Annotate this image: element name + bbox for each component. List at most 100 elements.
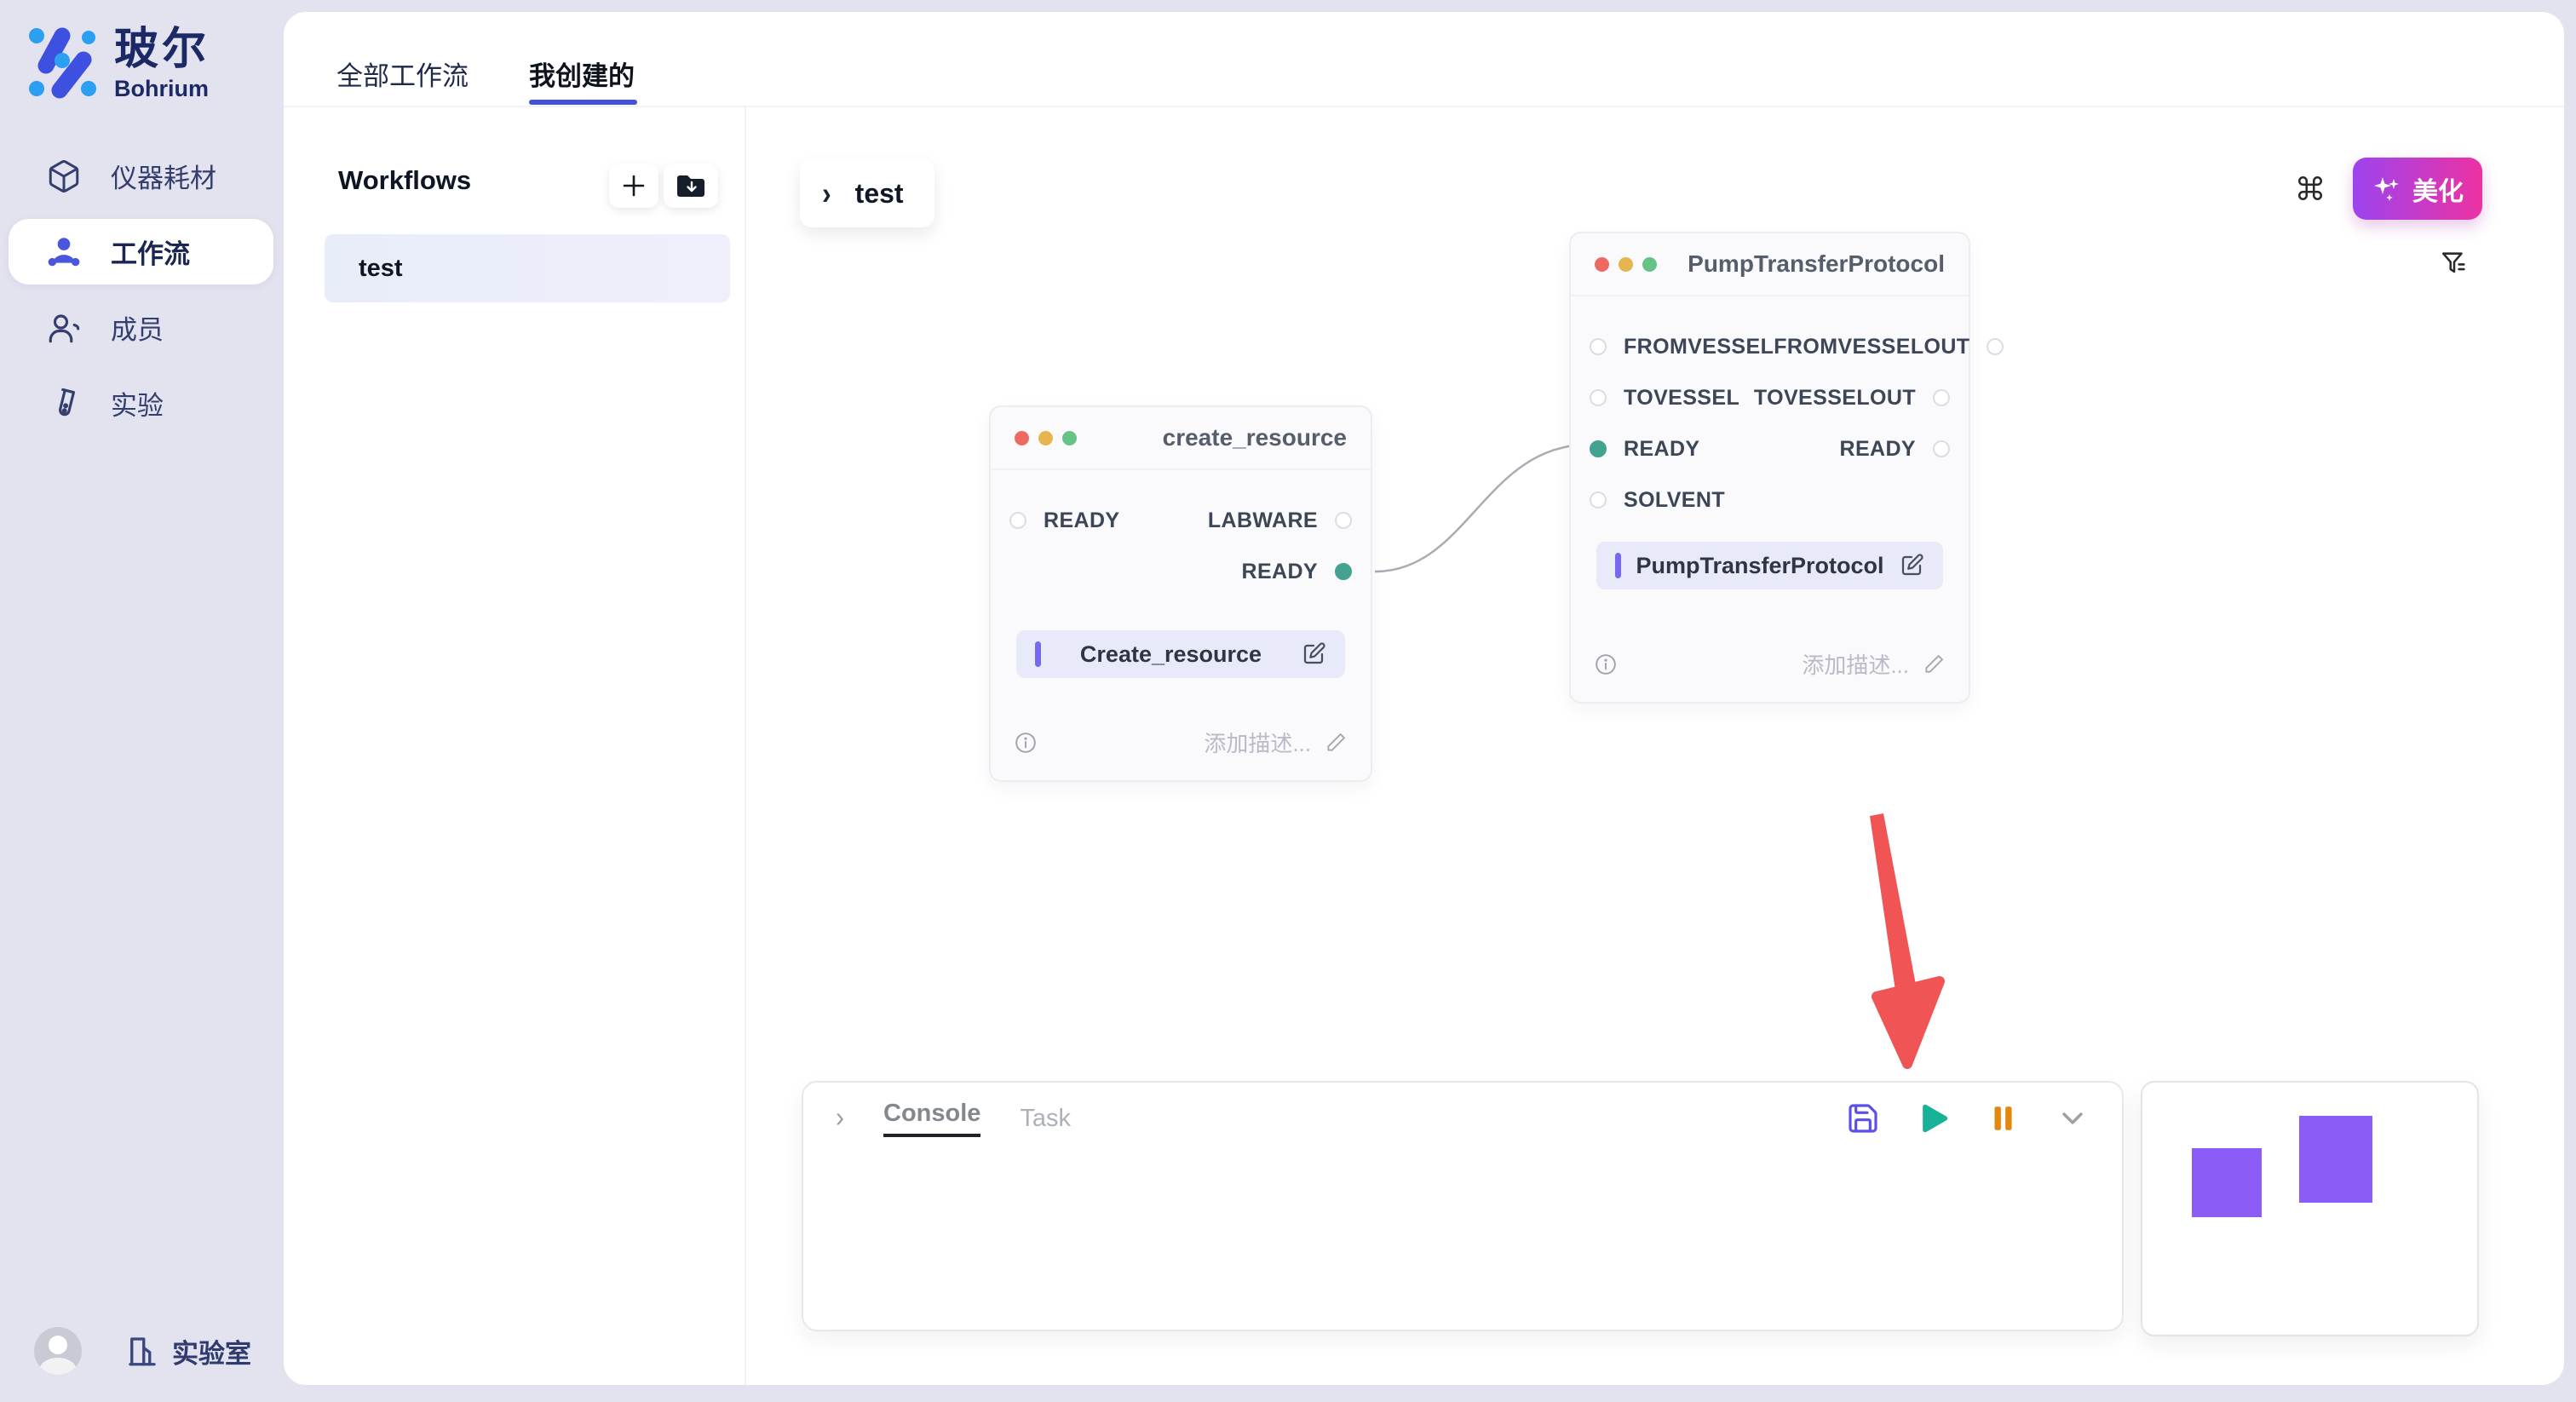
node-action-label: PumpTransferProtocol: [1621, 553, 1899, 579]
port-in-fromvessel[interactable]: [1590, 338, 1607, 355]
pencil-icon[interactable]: [1923, 653, 1945, 675]
sidebar-item-experiments[interactable]: 实验: [9, 371, 273, 436]
plus-icon: [621, 173, 647, 198]
tabs-divider: [284, 106, 2564, 107]
user-avatar[interactable]: [34, 1327, 82, 1375]
port-label: READY: [1839, 437, 1916, 462]
import-workflow-button[interactable]: [664, 164, 718, 208]
sidebar-item-label: 工作流: [111, 233, 190, 271]
annotation-arrow: [1851, 804, 1970, 1077]
collapse-chevron-icon[interactable]: ›: [836, 1102, 844, 1134]
minimap-node-pump-transfer: [2299, 1116, 2372, 1203]
node-pump-transfer-protocol[interactable]: PumpTransferProtocol FROMVESSEL FROMVESS…: [1569, 232, 1970, 704]
info-icon[interactable]: [1595, 653, 1617, 675]
pause-icon[interactable]: [1987, 1103, 2018, 1134]
lab-switcher-label[interactable]: 实验室: [172, 1332, 251, 1370]
traffic-dots: [1015, 431, 1077, 445]
package-icon: [46, 158, 82, 194]
play-icon[interactable]: [1918, 1102, 1950, 1135]
port-out-labware[interactable]: [1335, 512, 1352, 529]
minimap-node-create-resource: [2192, 1148, 2262, 1217]
edit-square-icon[interactable]: [1301, 641, 1326, 667]
node-header: PumpTransferProtocol: [1571, 233, 1969, 296]
description-placeholder[interactable]: 添加描述...: [1802, 648, 1909, 680]
main-panel: 全部工作流 我创建的 Workflows test › test: [284, 12, 2564, 1385]
dot-green: [1062, 431, 1077, 445]
workflow-group-icon: [46, 234, 82, 270]
bohrium-logo-icon: [26, 26, 99, 99]
sidebar-item-workflows[interactable]: 工作流: [9, 219, 273, 284]
sidebar-footer: 实验室: [34, 1327, 251, 1375]
minimap[interactable]: [2141, 1081, 2479, 1336]
app-root: 玻尔 Bohrium 仪器耗材 工作流: [0, 0, 2576, 1402]
node-action-label: Create_resource: [1041, 641, 1301, 668]
description-placeholder[interactable]: 添加描述...: [1204, 727, 1311, 758]
port-label: READY: [1044, 509, 1120, 533]
node-header: create_resource: [991, 407, 1371, 470]
workflow-tabs: 全部工作流 我创建的: [284, 12, 2564, 106]
sidebar-nav: 仪器耗材 工作流 成员: [9, 143, 273, 446]
users-icon: [46, 310, 82, 346]
console-actions: [1846, 1101, 2090, 1135]
port-out-fromvesselout[interactable]: [1987, 338, 2004, 355]
node-footer: 添加描述...: [1571, 648, 1969, 702]
port-label: SOLVENT: [1624, 488, 1725, 513]
port-label: READY: [1624, 437, 1700, 462]
chevron-down-icon[interactable]: [2056, 1101, 2090, 1135]
list-canvas-divider: [745, 106, 746, 1385]
node-action-bar[interactable]: Create_resource: [1016, 630, 1345, 678]
dot-green: [1642, 257, 1657, 272]
port-label: FROMVESSEL: [1624, 335, 1774, 359]
port-label: READY: [1241, 560, 1318, 584]
tab-my-created[interactable]: 我创建的: [529, 55, 635, 93]
port-label: FROMVESSELOUT: [1774, 335, 1969, 359]
port-out-ready[interactable]: [1933, 440, 1950, 457]
brand-logo: 玻尔 Bohrium: [26, 26, 210, 102]
workflow-list-item-test[interactable]: test: [325, 234, 730, 302]
port-rows: READY LABWARE READY: [991, 499, 1371, 593]
port-out-tovesselout[interactable]: [1933, 389, 1950, 406]
node-create-resource[interactable]: create_resource READY LABWARE READY: [989, 405, 1372, 782]
accent-bar: [1035, 641, 1041, 667]
sidebar-item-label: 实验: [111, 384, 164, 422]
tab-console[interactable]: Console: [883, 1100, 980, 1137]
dot-yellow: [1619, 257, 1633, 272]
workflows-title: Workflows: [338, 165, 471, 196]
add-workflow-button[interactable]: [609, 164, 658, 208]
sidebar-item-members[interactable]: 成员: [9, 295, 273, 360]
sidebar-item-instruments[interactable]: 仪器耗材: [9, 143, 273, 209]
workflow-item-name: test: [359, 255, 403, 283]
folder-download-icon: [676, 173, 706, 198]
brand-name-zh: 玻尔: [114, 26, 210, 74]
beautify-button[interactable]: 美化: [2353, 158, 2482, 220]
port-in-tovessel[interactable]: [1590, 389, 1607, 406]
breadcrumb-label: test: [855, 178, 904, 210]
port-in-ready-connected[interactable]: [1590, 440, 1607, 457]
port-in-ready[interactable]: [1009, 512, 1026, 529]
sparkles-icon: [2372, 174, 2402, 204]
traffic-dots: [1595, 257, 1657, 272]
accent-bar: [1615, 553, 1621, 578]
chevron-right-icon: ›: [822, 175, 831, 212]
port-out-ready-connected[interactable]: [1335, 563, 1352, 580]
tab-all-workflows[interactable]: 全部工作流: [336, 55, 469, 93]
command-icon[interactable]: [2296, 174, 2325, 203]
active-tab-underline: [529, 100, 637, 105]
port-rows: FROMVESSEL FROMVESSELOUT TOVESSEL TOVESS…: [1571, 325, 1969, 521]
console-panel: › Console Task: [802, 1081, 2124, 1331]
node-action-bar[interactable]: PumpTransferProtocol: [1596, 542, 1943, 589]
canvas-breadcrumb[interactable]: › test: [800, 159, 934, 227]
save-icon[interactable]: [1846, 1101, 1880, 1135]
port-in-solvent[interactable]: [1590, 491, 1607, 509]
filter-icon[interactable]: [2440, 249, 2469, 278]
building-icon: [124, 1333, 160, 1369]
console-header: › Console Task: [803, 1083, 2122, 1154]
brand-name-en: Bohrium: [114, 76, 210, 102]
port-label: TOVESSELOUT: [1754, 386, 1916, 411]
tab-task[interactable]: Task: [1020, 1105, 1071, 1133]
edit-square-icon[interactable]: [1899, 553, 1924, 578]
port-label: LABWARE: [1208, 509, 1318, 533]
pencil-icon[interactable]: [1325, 732, 1347, 754]
info-icon[interactable]: [1015, 732, 1037, 754]
node-footer: 添加描述...: [991, 727, 1371, 780]
